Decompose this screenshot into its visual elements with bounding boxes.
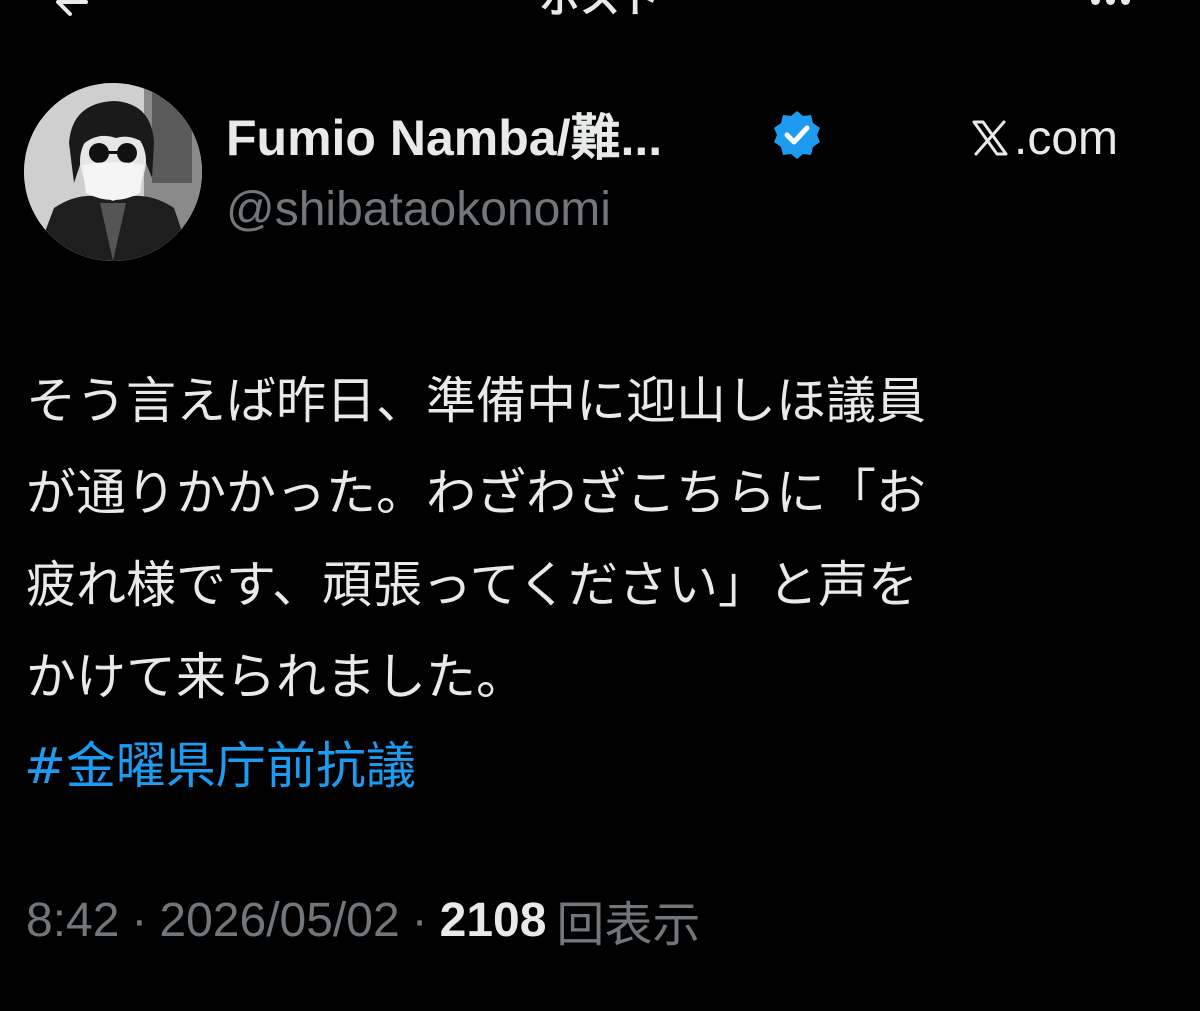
verified-badge-icon	[770, 108, 824, 162]
tweet-time[interactable]: 8:42	[26, 893, 119, 948]
more-dots-icon	[1090, 0, 1130, 5]
source-label: .com	[1014, 111, 1119, 165]
tweet-text: そう言えば昨日、準備中に迎山しほ議員 が通りかかった。わざわざこちらに「お 疲れ…	[26, 355, 1136, 723]
tweet-line: が通りかかった。わざわざこちらに「お	[26, 464, 926, 522]
page-title: ポスト	[0, 0, 1200, 24]
tweet-meta: 8:42 · 2026/05/02 · 2108 回表示	[26, 880, 700, 960]
x-logo-icon	[972, 120, 1008, 156]
author-handle[interactable]: @shibataokonomi	[226, 180, 611, 240]
source-link[interactable]: .com	[968, 108, 1118, 168]
avatar[interactable]	[24, 83, 202, 261]
views-count[interactable]: 2108	[440, 893, 547, 948]
author-display-name[interactable]: Fumio Namba/難...	[226, 108, 662, 168]
tweet-line: 疲れ様です、頑張ってください」と声を	[26, 556, 918, 614]
more-button[interactable]	[1080, 0, 1140, 20]
tweet-line: そう言えば昨日、準備中に迎山しほ議員	[26, 372, 926, 430]
hashtag-link[interactable]: #金曜県庁前抗議	[24, 720, 416, 812]
tweet-date[interactable]: 2026/05/02	[159, 893, 399, 948]
tweet-line: かけて来られました。	[26, 648, 526, 706]
top-bar: ポスト	[0, 0, 1200, 30]
avatar-photo	[24, 83, 202, 261]
meta-separator: ·	[411, 893, 428, 947]
meta-separator: ·	[131, 893, 148, 947]
views-label: 回表示	[556, 897, 701, 953]
